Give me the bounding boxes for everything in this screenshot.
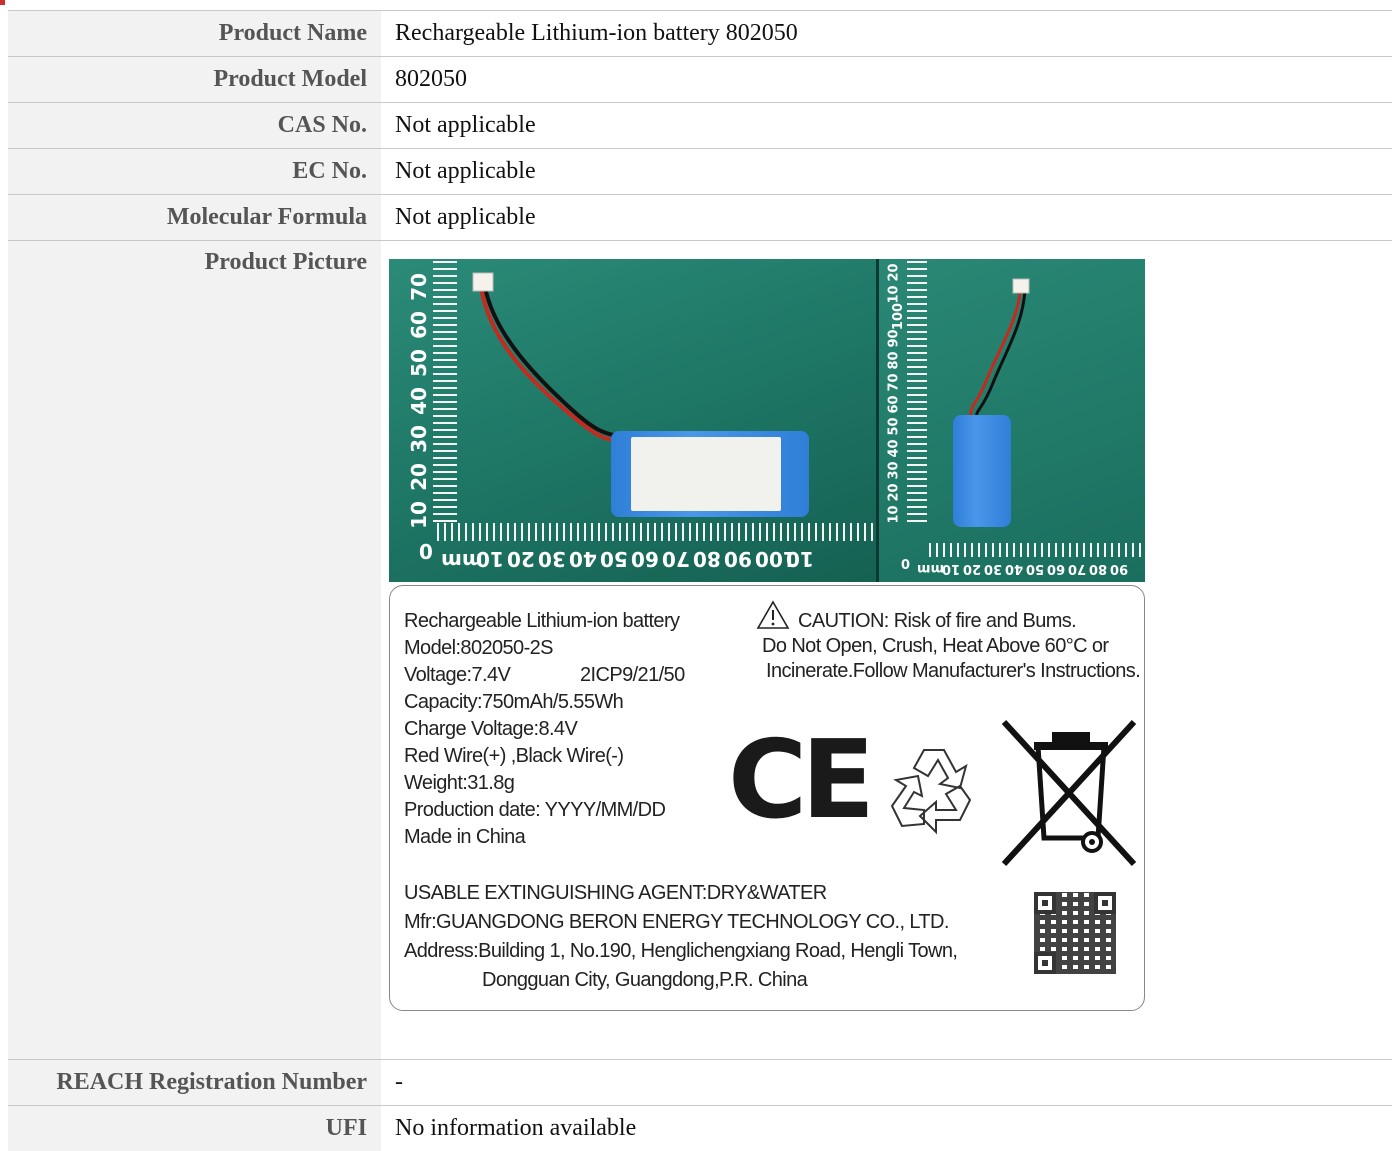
row-product-model: Product Model 802050 bbox=[8, 57, 1392, 103]
product-name-label: Product Name bbox=[8, 11, 381, 57]
row-product-name: Product Name Rechargeable Lithium-ion ba… bbox=[8, 11, 1392, 57]
label-mfr-line: USABLE EXTINGUISHING AGENT:DRY&WATER bbox=[404, 880, 827, 907]
battery-wires bbox=[389, 259, 1145, 582]
row-cas-no: CAS No. Not applicable bbox=[8, 103, 1392, 149]
cas-no-value: Not applicable bbox=[381, 103, 1392, 149]
ufi-label: UFI bbox=[8, 1106, 381, 1151]
ufi-value: No information available bbox=[381, 1106, 1392, 1151]
battery-front bbox=[611, 431, 809, 517]
molecular-formula-label: Molecular Formula bbox=[8, 195, 381, 241]
caution-line: CAUTION: Risk of fire and Bums. bbox=[798, 608, 1076, 635]
battery-photo: 70605040302010 0mm1020304050607080901001… bbox=[389, 259, 1145, 582]
label-spec-line: Made in China bbox=[404, 824, 525, 851]
battery-side bbox=[953, 415, 1011, 527]
battery-label-artwork: Rechargeable Lithium-ion batteryModel:80… bbox=[389, 585, 1145, 1011]
row-ufi: UFI No information available bbox=[8, 1106, 1392, 1151]
product-picture-cell: 70605040302010 0mm1020304050607080901001… bbox=[381, 241, 1392, 1060]
cell-code: 2ICP9/21/50 bbox=[580, 662, 685, 689]
reach-label: REACH Registration Number bbox=[8, 1060, 381, 1106]
label-spec-line: Capacity:750mAh/5.55Wh bbox=[404, 689, 623, 716]
molecular-formula-value: Not applicable bbox=[381, 195, 1392, 241]
label-mfr-line: Mfr:GUANGDONG BERON ENERGY TECHNOLOGY CO… bbox=[404, 909, 949, 936]
caution-line: Do Not Open, Crush, Heat Above 60°C or bbox=[762, 633, 1109, 660]
row-molecular-formula: Molecular Formula Not applicable bbox=[8, 195, 1392, 241]
product-name-value: Rechargeable Lithium-ion battery 802050 bbox=[381, 11, 1392, 57]
product-picture-label: Product Picture bbox=[8, 241, 381, 1060]
caution-line: Incinerate.Follow Manufacturer's Instruc… bbox=[766, 658, 1140, 685]
row-product-picture: Product Picture 70605040302010 0mm102030… bbox=[8, 241, 1392, 1060]
row-ec-no: EC No. Not applicable bbox=[8, 149, 1392, 195]
product-model-label: Product Model bbox=[8, 57, 381, 103]
label-spec-line: Weight:31.8g bbox=[404, 770, 514, 797]
battery-sticker bbox=[631, 437, 781, 511]
label-spec-line: Red Wire(+) ,Black Wire(-) bbox=[404, 743, 623, 770]
ce-mark-icon: CE bbox=[728, 718, 869, 843]
product-model-value: 802050 bbox=[381, 57, 1392, 103]
product-info-table: Product Name Rechargeable Lithium-ion ba… bbox=[8, 10, 1392, 1151]
label-spec-line: Model:802050-2S bbox=[404, 635, 553, 662]
label-mfr-line: Dongguan City, Guangdong,P.R. China bbox=[482, 967, 807, 994]
recycle-icon bbox=[884, 742, 984, 840]
weee-bin-icon bbox=[1000, 718, 1140, 868]
ec-no-label: EC No. bbox=[8, 149, 381, 195]
ec-no-value: Not applicable bbox=[381, 149, 1392, 195]
corner-mark bbox=[0, 0, 5, 5]
cas-no-label: CAS No. bbox=[8, 103, 381, 149]
row-reach: REACH Registration Number - bbox=[8, 1060, 1392, 1106]
label-mfr-line: Address:Building 1, No.190, Henglichengx… bbox=[404, 938, 957, 965]
label-spec-line: Charge Voltage:8.4V bbox=[404, 716, 577, 743]
reach-value: - bbox=[381, 1060, 1392, 1106]
qr-code-icon bbox=[1034, 892, 1116, 974]
label-spec-line: Production date: YYYY/MM/DD bbox=[404, 797, 665, 824]
label-spec-line: Voltage:7.4V bbox=[404, 662, 510, 689]
label-spec-line: Rechargeable Lithium-ion battery bbox=[404, 608, 679, 635]
warning-triangle-icon bbox=[756, 600, 790, 630]
